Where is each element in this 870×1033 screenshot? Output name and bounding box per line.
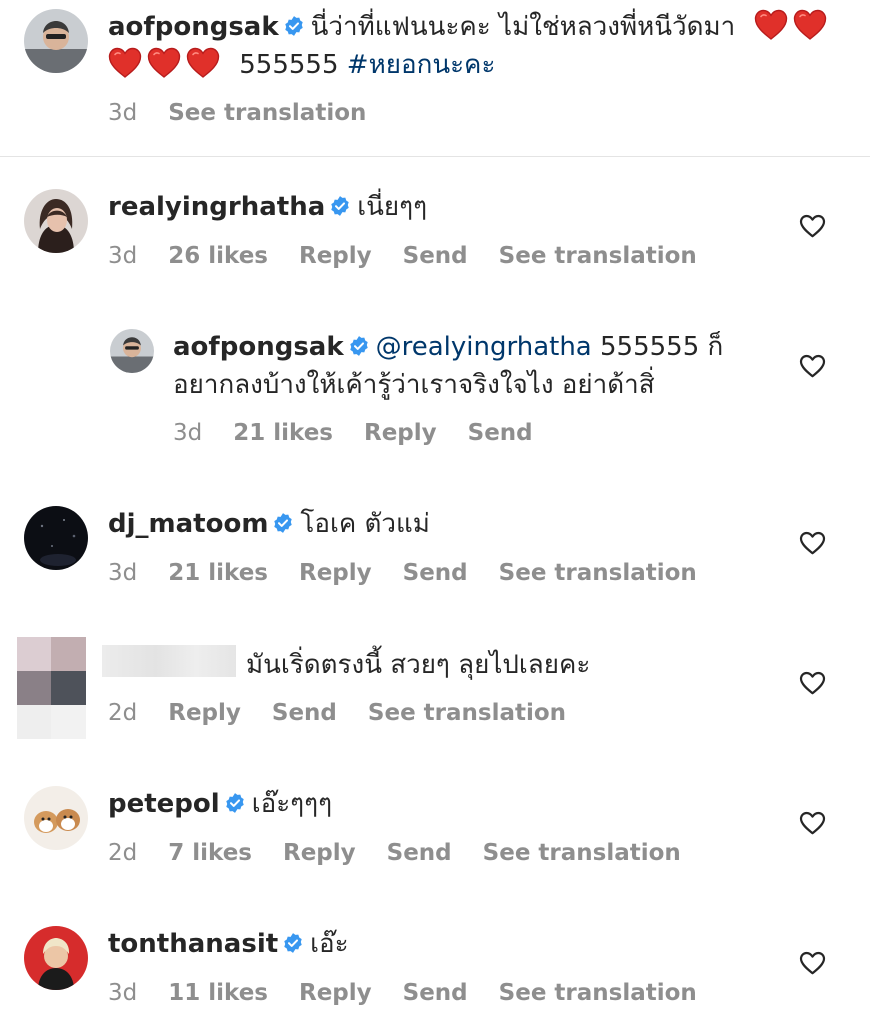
verified-badge-icon	[282, 932, 304, 954]
like-heart-icon[interactable]	[799, 531, 826, 555]
see-translation-button[interactable]: See translation	[499, 243, 697, 269]
verified-badge-icon	[329, 195, 351, 217]
comment-meta: 2d Reply Send See translation	[108, 698, 597, 728]
avatar-realyingrhatha[interactable]	[24, 189, 88, 253]
caption-divider	[0, 156, 870, 157]
caption-username[interactable]: aofpongsak	[108, 12, 279, 42]
blurred-username	[102, 645, 236, 677]
send-button[interactable]: Send	[403, 560, 468, 586]
send-button[interactable]: Send	[272, 700, 337, 726]
send-button[interactable]: Send	[403, 243, 468, 269]
comment-username[interactable]: dj_matoom	[108, 509, 268, 539]
comment-meta: 3d 21 likes Reply Send See translation	[108, 558, 728, 588]
profile-photo-icon	[24, 9, 88, 73]
caption-message: นี่ว่าที่แฟนนะคะ ไม่ใช่หลวงพี่หนีวัดมา	[310, 12, 736, 42]
see-translation-button[interactable]: See translation	[168, 100, 366, 126]
caption-text: aofpongsak นี่ว่าที่แฟนนะคะ ไม่ใช่หลวงพี่…	[108, 8, 848, 84]
red-heart-emoji-icon	[108, 47, 142, 79]
send-button[interactable]: Send	[403, 980, 468, 1006]
mention-link[interactable]: @realyingrhatha	[376, 332, 592, 362]
like-heart-icon[interactable]	[799, 951, 826, 975]
reply-button[interactable]: Reply	[283, 840, 356, 866]
comment-meta: 2d 7 likes Reply Send See translation	[108, 838, 712, 868]
blurred-avatar	[17, 637, 86, 739]
avatar-aofpongsak[interactable]	[110, 329, 154, 373]
likes-count[interactable]: 21 likes	[168, 560, 268, 586]
verified-badge-icon	[348, 335, 370, 357]
comment-message: มันเริ่ดตรงนี้ สวยๆ ลุยไปเลยคะ	[246, 650, 591, 680]
reply-button[interactable]: Reply	[364, 420, 437, 446]
reply-meta: 3d 21 likes Reply Send	[173, 418, 564, 448]
send-button[interactable]: Send	[387, 840, 452, 866]
timestamp: 2d	[108, 840, 138, 866]
likes-count[interactable]: 7 likes	[168, 840, 252, 866]
caption-hashtag[interactable]: #หยอกนะคะ	[347, 50, 496, 80]
red-heart-emoji-icon	[186, 47, 220, 79]
verified-badge-icon	[283, 15, 305, 37]
send-button[interactable]: Send	[468, 420, 533, 446]
reply-button[interactable]: Reply	[299, 980, 372, 1006]
see-translation-button[interactable]: See translation	[368, 700, 566, 726]
profile-photo-icon	[24, 506, 88, 570]
avatar-petepol[interactable]	[24, 786, 88, 850]
see-translation-button[interactable]: See translation	[499, 560, 697, 586]
comment-message: เอ๊ะๆๆๆ	[251, 789, 333, 819]
profile-photo-icon	[24, 926, 88, 990]
timestamp: 3d	[108, 560, 138, 586]
verified-badge-icon	[224, 792, 246, 814]
like-heart-icon[interactable]	[799, 214, 826, 238]
comment-meta: 3d 11 likes Reply Send See translation	[108, 978, 728, 1008]
comment-message: โอเค ตัวแม่	[300, 509, 430, 539]
timestamp: 3d	[108, 243, 138, 269]
profile-photo-icon	[24, 786, 88, 850]
reply-message-line1: 555555 ก็	[600, 332, 724, 362]
red-heart-emoji-icon	[147, 47, 181, 79]
red-heart-emoji-icon	[793, 9, 827, 41]
comment-text: มันเริ่ดตรงนี้ สวยๆ ลุยไปเลยคะ	[102, 645, 590, 684]
comment-text: dj_matoom โอเค ตัวแม่	[108, 505, 430, 543]
see-translation-button[interactable]: See translation	[499, 980, 697, 1006]
reply-button[interactable]: Reply	[168, 700, 241, 726]
likes-count[interactable]: 26 likes	[168, 243, 268, 269]
see-translation-button[interactable]: See translation	[483, 840, 681, 866]
comment-username[interactable]: petepol	[108, 789, 220, 819]
reply-button[interactable]: Reply	[299, 560, 372, 586]
reply-message-line2: อยากลงบ้างให้เค้ารู้ว่าเราจริงใจไง อย่าด…	[173, 370, 655, 400]
comment-text: petepol เอ๊ะๆๆๆ	[108, 785, 332, 823]
reply-username[interactable]: aofpongsak	[173, 332, 344, 362]
timestamp: 3d	[108, 980, 138, 1006]
profile-photo-icon	[24, 189, 88, 253]
comment-message: เอ๊ะ	[310, 929, 349, 959]
reply-text: aofpongsak @realyingrhatha 555555 ก็ อยาก…	[173, 328, 773, 404]
like-heart-icon[interactable]	[799, 354, 826, 378]
like-heart-icon[interactable]	[799, 811, 826, 835]
profile-photo-icon	[110, 329, 154, 373]
avatar-tonthanasit[interactable]	[24, 926, 88, 990]
comment-message: เนี่ยๆๆ	[357, 192, 428, 222]
likes-count[interactable]: 21 likes	[233, 420, 333, 446]
avatar-dj-matoom[interactable]	[24, 506, 88, 570]
likes-count[interactable]: 11 likes	[168, 980, 268, 1006]
timestamp: 3d	[108, 100, 138, 126]
timestamp: 3d	[173, 420, 203, 446]
comment-text: tonthanasit เอ๊ะ	[108, 925, 349, 963]
timestamp: 2d	[108, 700, 138, 726]
red-heart-emoji-icon	[754, 9, 788, 41]
caption-meta: 3d See translation	[108, 98, 397, 128]
comment-meta: 3d 26 likes Reply Send See translation	[108, 241, 728, 271]
avatar-aofpongsak[interactable]	[24, 9, 88, 73]
comment-username[interactable]: realyingrhatha	[108, 192, 325, 222]
comment-username[interactable]: tonthanasit	[108, 929, 278, 959]
comment-text: realyingrhatha เนี่ยๆๆ	[108, 188, 427, 226]
like-heart-icon[interactable]	[799, 671, 826, 695]
verified-badge-icon	[272, 512, 294, 534]
reply-button[interactable]: Reply	[299, 243, 372, 269]
caption-suffix: 555555	[239, 50, 339, 80]
